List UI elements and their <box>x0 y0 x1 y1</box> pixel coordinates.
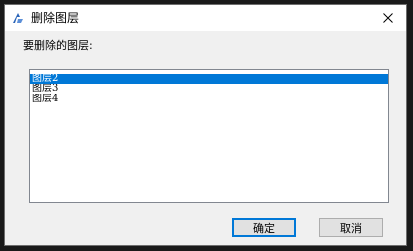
title-bar: 删除图层 <box>5 5 406 31</box>
layer-list-item[interactable]: 图层4 <box>30 94 388 104</box>
ok-button[interactable]: 确定 <box>232 218 296 237</box>
close-button[interactable] <box>370 5 406 31</box>
cancel-button[interactable]: 取消 <box>319 218 383 237</box>
layers-to-delete-label: 要删除的图层: <box>23 39 93 52</box>
layer-list-item[interactable]: 图层2 <box>30 74 388 84</box>
window-title: 删除图层 <box>31 11 80 25</box>
delete-layer-dialog: 删除图层 要删除的图层: 图层2 图层3 图层4 确定 取消 <box>4 4 407 246</box>
layer-list-item[interactable]: 图层3 <box>30 84 388 94</box>
layer-listbox[interactable]: 图层2 图层3 图层4 <box>29 69 389 203</box>
close-icon <box>383 13 393 23</box>
cad-app-icon <box>13 13 23 23</box>
